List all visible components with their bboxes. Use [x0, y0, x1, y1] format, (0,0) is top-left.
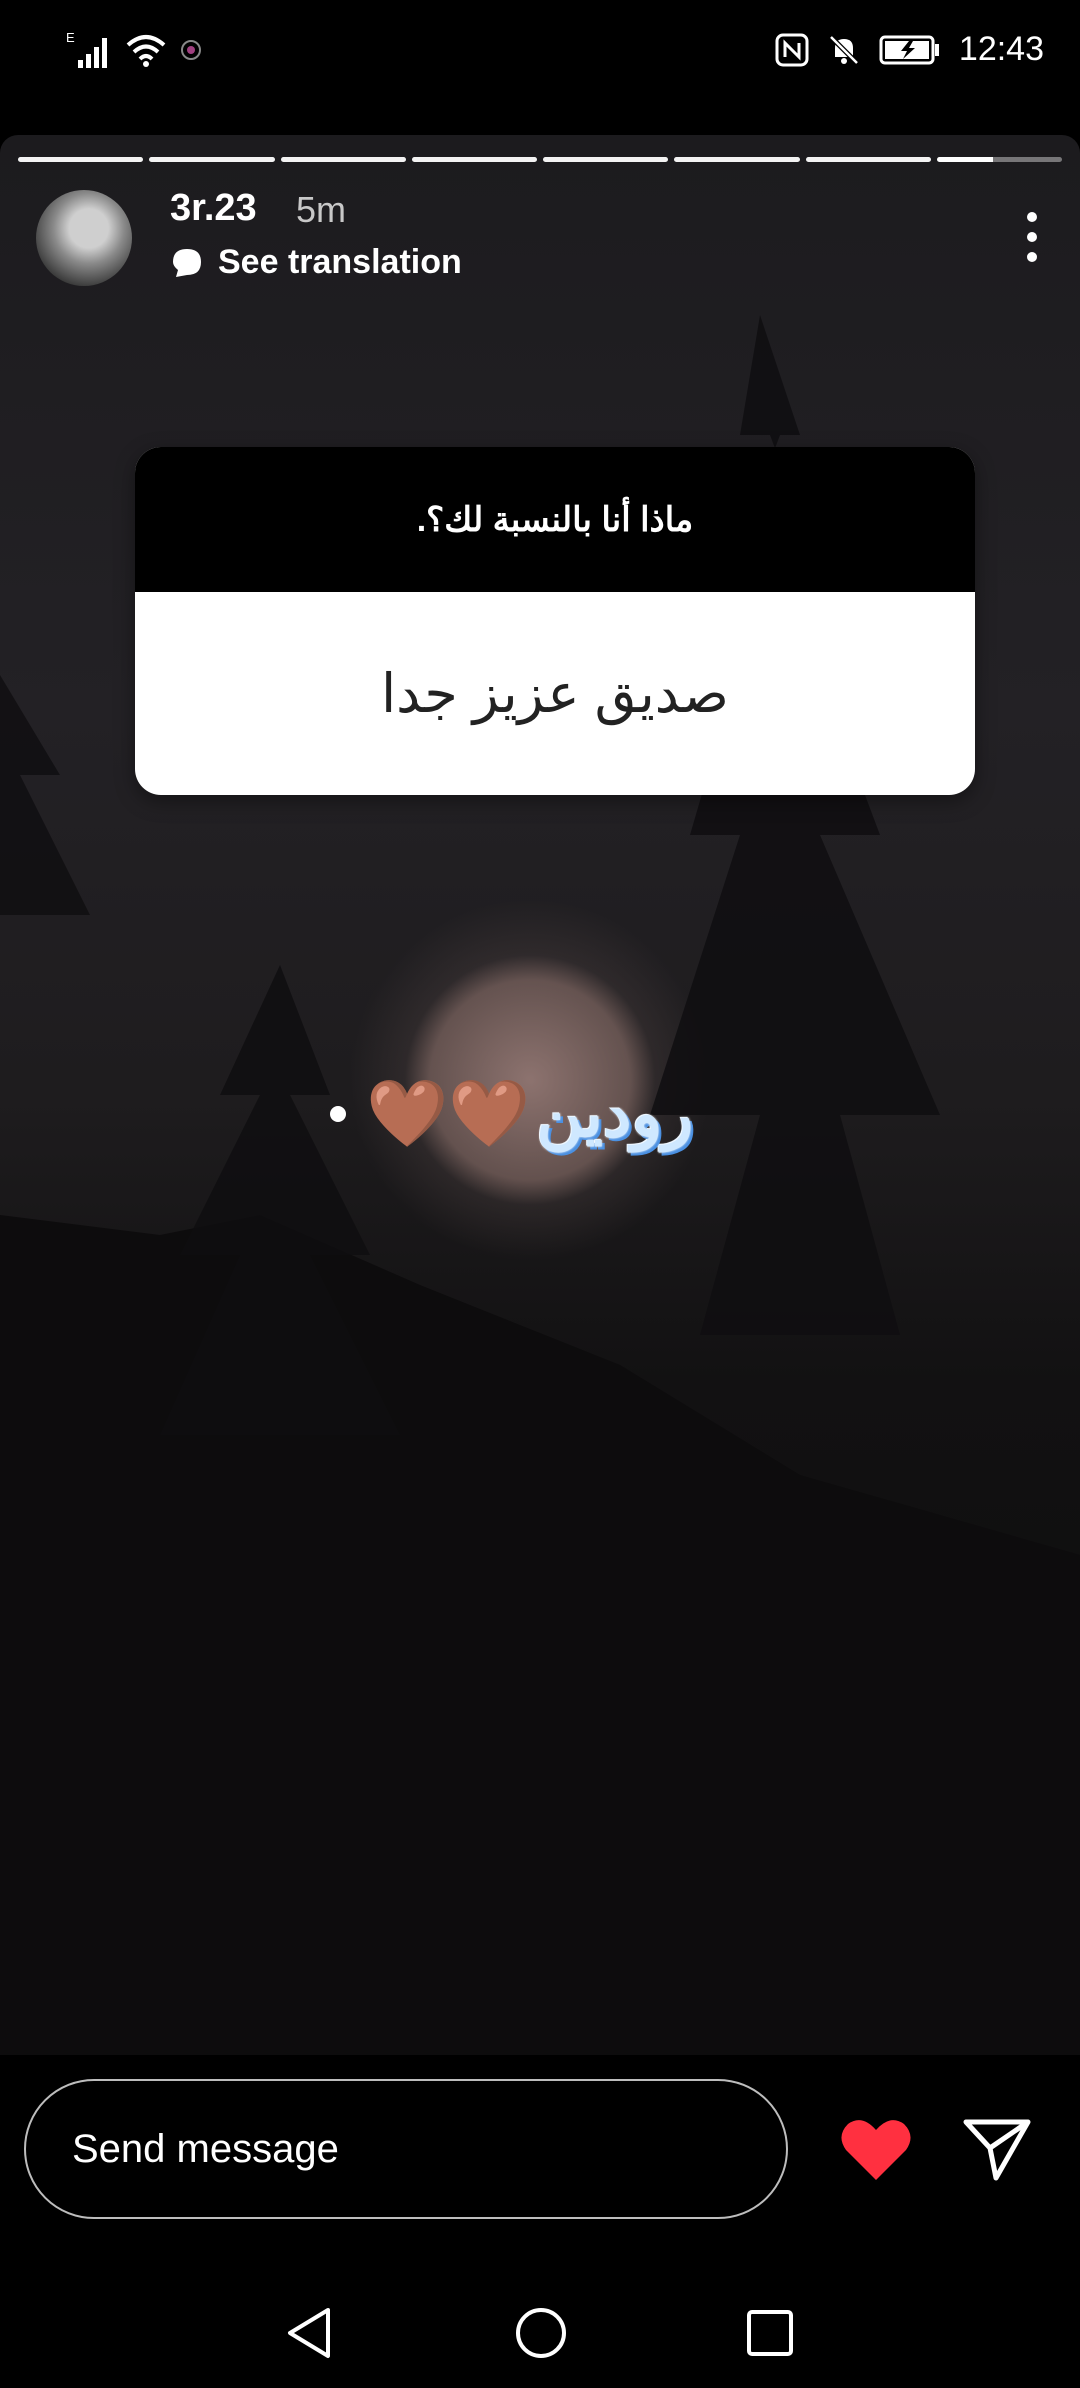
question-text: ماذا أنا بالنسبة لك؟. [135, 447, 975, 592]
name-text: رودين [536, 1077, 694, 1150]
question-sticker[interactable]: ماذا أنا بالنسبة لك؟. صديق عزيز جدا [135, 447, 975, 795]
back-icon[interactable] [284, 2306, 334, 2360]
home-icon[interactable] [514, 2306, 568, 2360]
answer-text: صديق عزيز جدا [381, 664, 729, 724]
story-progress [18, 157, 1062, 162]
signal-icon: E [66, 30, 107, 68]
progress-segment [149, 157, 275, 162]
progress-segment-current [936, 157, 1062, 162]
progress-segment [280, 157, 406, 162]
heart-emojis: 🤎🤎 [366, 1076, 531, 1150]
status-left: E [66, 30, 202, 70]
progress-segment [411, 157, 537, 162]
send-direct-icon[interactable] [962, 2116, 1032, 2182]
username[interactable]: 3r.23 [170, 187, 257, 230]
record-icon [181, 40, 201, 60]
send-message-placeholder: Send message [72, 2126, 339, 2171]
status-right: 12:43 [775, 30, 1044, 69]
see-translation-label: See translation [218, 243, 462, 281]
recents-icon[interactable] [746, 2308, 794, 2358]
progress-segment [18, 157, 144, 162]
more-options-icon[interactable] [1020, 207, 1044, 267]
battery-charging-icon [879, 35, 939, 64]
send-message-input[interactable]: Send message [24, 2079, 788, 2219]
nfc-icon [775, 33, 809, 66]
clock: 12:43 [958, 30, 1044, 68]
speech-bubble-icon [173, 248, 201, 277]
avatar[interactable] [36, 190, 132, 286]
see-translation-button[interactable]: See translation [170, 243, 462, 282]
progress-segment [674, 157, 800, 162]
story-viewer[interactable]: 3r.23 5m See translation ماذا أنا بالنسب… [0, 135, 1080, 2055]
status-bar: E 12:43 [0, 0, 1080, 108]
dot [330, 1106, 346, 1122]
network-type: E [66, 30, 75, 45]
progress-segment [805, 157, 931, 162]
text-sticker: 🤎🤎 رودين [330, 1075, 693, 1153]
like-heart-icon[interactable] [840, 2118, 912, 2182]
mute-bell-icon [829, 34, 859, 65]
post-time: 5m [296, 189, 347, 230]
wifi-icon [126, 35, 166, 67]
progress-segment [543, 157, 669, 162]
